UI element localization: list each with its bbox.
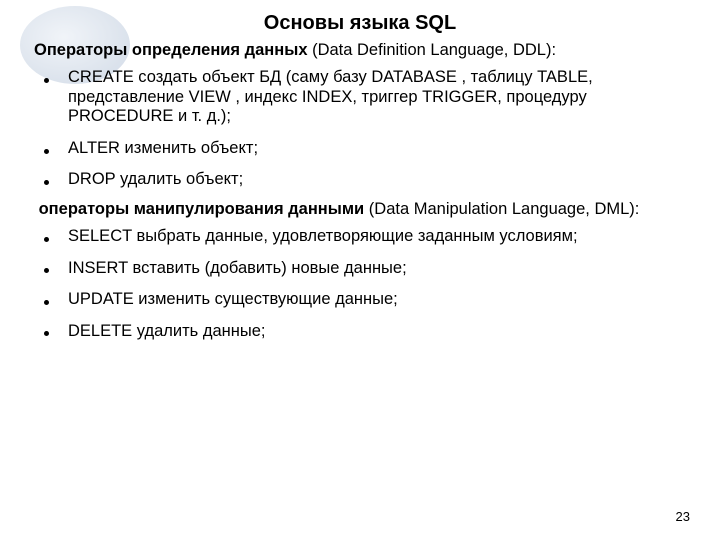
list-item: ALTER изменить объект;	[38, 133, 692, 164]
list-item: DELETE удалить данные;	[38, 316, 692, 347]
ddl-heading: Операторы определения данных (Data Defin…	[28, 41, 692, 60]
dml-list: SELECT выбрать данные, удовлетворяющие з…	[28, 221, 692, 347]
list-item: SELECT выбрать данные, удовлетворяющие з…	[38, 221, 692, 252]
ddl-list: CREATE создать объект БД (саму базу DATA…	[28, 62, 692, 195]
dml-heading-rest: (Data Manipulation Language, DML):	[364, 200, 639, 218]
list-item: INSERT вставить (добавить) новые данные;	[38, 253, 692, 284]
dml-heading: операторы манипулирования данными (Data …	[28, 200, 692, 219]
list-item: CREATE создать объект БД (саму базу DATA…	[38, 62, 692, 132]
list-item: UPDATE изменить существующие данные;	[38, 284, 692, 315]
page-number: 23	[676, 509, 690, 524]
slide-content: Основы языка SQL Операторы определения д…	[0, 0, 720, 347]
dml-heading-bold: операторы манипулирования данными	[39, 200, 365, 218]
list-item: DROP удалить объект;	[38, 164, 692, 195]
page-title: Основы языка SQL	[28, 12, 692, 35]
ddl-heading-rest: (Data Definition Language, DDL):	[308, 41, 557, 59]
ddl-heading-bold: Операторы определения данных	[34, 41, 308, 59]
